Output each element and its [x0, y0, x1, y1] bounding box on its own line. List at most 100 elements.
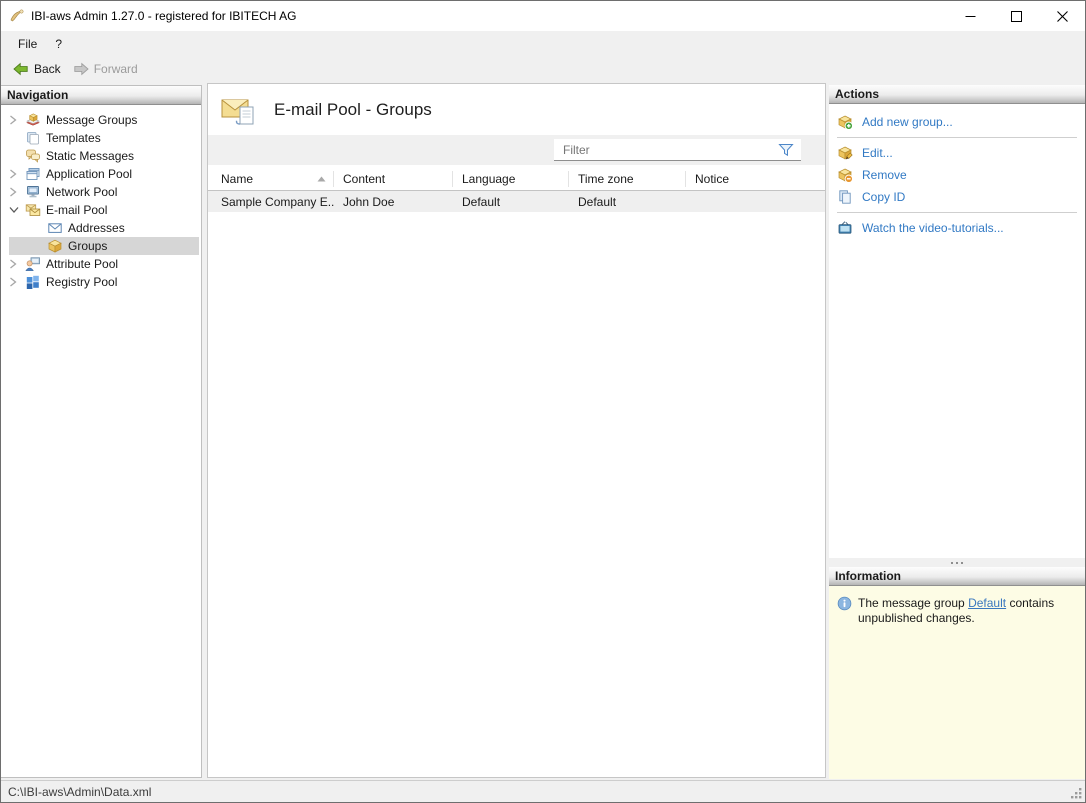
actions-panel: Add new group... Edit... Remove Copy ID …	[829, 104, 1085, 558]
add-group-icon	[838, 115, 853, 130]
info-icon	[837, 596, 852, 611]
nav-item-attribute-pool[interactable]: Attribute Pool	[9, 255, 199, 273]
registry-pool-icon	[26, 275, 39, 289]
copy-id-button[interactable]: Copy ID	[829, 186, 1085, 208]
nav-item-label: Addresses	[68, 221, 125, 235]
nav-item-templates[interactable]: Templates	[9, 129, 199, 147]
forward-button[interactable]: Forward	[67, 59, 144, 79]
edit-button[interactable]: Edit...	[829, 142, 1085, 164]
main-panel: E-mail Pool - Groups Name Conte	[207, 83, 826, 778]
cell-timezone: Default	[578, 194, 617, 209]
separator	[837, 212, 1077, 213]
back-button[interactable]: Back	[7, 59, 67, 79]
nav-item-label: E-mail Pool	[46, 203, 108, 217]
action-label: Remove	[862, 168, 907, 182]
table-row[interactable]: Sample Company E... John Doe Default Def…	[208, 191, 825, 212]
nav-item-label: Message Groups	[46, 113, 138, 127]
nav-item-registry-pool[interactable]: Registry Pool	[9, 273, 199, 291]
edit-icon	[838, 146, 853, 160]
minimize-icon	[965, 15, 975, 17]
chevron-collapsed-icon[interactable]	[9, 277, 25, 287]
maximize-icon	[1010, 10, 1022, 22]
nav-item-label: Static Messages	[46, 149, 135, 163]
static-messages-icon	[26, 149, 40, 163]
forward-arrow-icon	[74, 62, 89, 75]
nav-item-network-pool[interactable]: Network Pool	[9, 183, 199, 201]
chevron-collapsed-icon[interactable]	[9, 169, 25, 179]
table-header: Name Content Language Time zone Notice	[208, 167, 825, 191]
minimize-button[interactable]	[947, 1, 993, 31]
chevron-expanded-icon[interactable]	[9, 206, 25, 214]
nav-item-groups[interactable]: Groups	[9, 237, 199, 255]
data-file-path: C:\IBI-aws\Admin\Data.xml	[8, 784, 152, 799]
app-icon	[10, 9, 24, 22]
right-panel: Actions Add new group... Edit... Remove …	[829, 85, 1085, 779]
back-arrow-icon	[13, 62, 28, 75]
watch-video-tutorials-button[interactable]: Watch the video-tutorials...	[829, 217, 1085, 239]
column-header-content[interactable]: Content	[334, 170, 453, 187]
remove-button[interactable]: Remove	[829, 164, 1085, 186]
navigation-toolbar: Back Forward	[1, 56, 1085, 81]
remove-icon	[838, 168, 853, 183]
window-controls	[947, 1, 1085, 31]
default-group-link[interactable]: Default	[968, 596, 1006, 610]
action-label: Copy ID	[862, 190, 906, 204]
nav-item-addresses[interactable]: Addresses	[9, 219, 199, 237]
column-header-notice[interactable]: Notice	[686, 171, 825, 187]
attribute-pool-icon	[25, 257, 40, 271]
close-button[interactable]	[1039, 1, 1085, 31]
actions-panel-header: Actions	[829, 85, 1085, 104]
nav-item-label: Application Pool	[46, 167, 133, 181]
action-label: Watch the video-tutorials...	[862, 221, 1004, 235]
network-pool-icon	[27, 186, 39, 198]
column-header-name[interactable]: Name	[208, 170, 334, 187]
information-message: The message group Default contains unpub…	[858, 596, 1076, 626]
close-icon	[1056, 10, 1068, 22]
nav-item-email-pool[interactable]: E-mail Pool	[9, 201, 199, 219]
addresses-icon	[48, 223, 62, 233]
window-title: IBI-aws Admin 1.27.0 - registered for IB…	[31, 9, 297, 23]
title-bar: IBI-aws Admin 1.27.0 - registered for IB…	[1, 1, 1085, 31]
forward-label: Forward	[93, 61, 138, 76]
info-text-before: The message group	[858, 596, 965, 610]
resize-grip[interactable]	[1069, 786, 1082, 799]
sort-ascending-icon	[317, 176, 326, 181]
back-label: Back	[34, 61, 61, 76]
email-pool-icon	[25, 204, 41, 216]
content-area: Navigation Message Groups Templates Stat…	[1, 81, 1085, 780]
cell-language: Default	[462, 194, 501, 209]
column-header-timezone[interactable]: Time zone	[569, 170, 686, 187]
separator	[837, 137, 1077, 138]
menu-bar: File ?	[1, 31, 1085, 56]
navigation-tree: Message Groups Templates Static Messages…	[1, 105, 201, 291]
filter-input[interactable]	[554, 142, 778, 157]
templates-icon	[27, 132, 39, 145]
copy-id-icon	[839, 190, 851, 204]
navigation-panel-header: Navigation	[1, 86, 201, 105]
add-new-group-button[interactable]: Add new group...	[829, 111, 1085, 133]
email-pool-groups-icon	[221, 99, 254, 125]
groups-icon	[48, 239, 62, 253]
information-panel: The message group Default contains unpub…	[829, 586, 1085, 779]
nav-item-static-messages[interactable]: Static Messages	[9, 147, 199, 165]
filter-funnel-icon[interactable]	[778, 143, 794, 157]
message-groups-icon	[26, 113, 40, 126]
nav-item-application-pool[interactable]: Application Pool	[9, 165, 199, 183]
nav-item-message-groups[interactable]: Message Groups	[9, 111, 199, 129]
cell-content: John Doe	[343, 194, 395, 209]
column-header-language[interactable]: Language	[453, 170, 569, 187]
menu-file[interactable]: File	[9, 31, 46, 56]
chevron-collapsed-icon[interactable]	[9, 259, 25, 269]
status-bar: C:\IBI-aws\Admin\Data.xml	[1, 780, 1085, 802]
chevron-collapsed-icon[interactable]	[9, 187, 25, 197]
application-pool-icon	[26, 168, 40, 180]
column-label: Name	[221, 171, 254, 186]
nav-item-label: Registry Pool	[46, 275, 118, 289]
panel-splitter[interactable]	[829, 558, 1085, 567]
chevron-collapsed-icon[interactable]	[9, 115, 25, 125]
menu-help[interactable]: ?	[46, 31, 71, 56]
filter-toolbar	[208, 135, 825, 165]
maximize-button[interactable]	[993, 1, 1039, 31]
app-window: IBI-aws Admin 1.27.0 - registered for IB…	[0, 0, 1086, 803]
page-title: E-mail Pool - Groups	[274, 100, 432, 119]
